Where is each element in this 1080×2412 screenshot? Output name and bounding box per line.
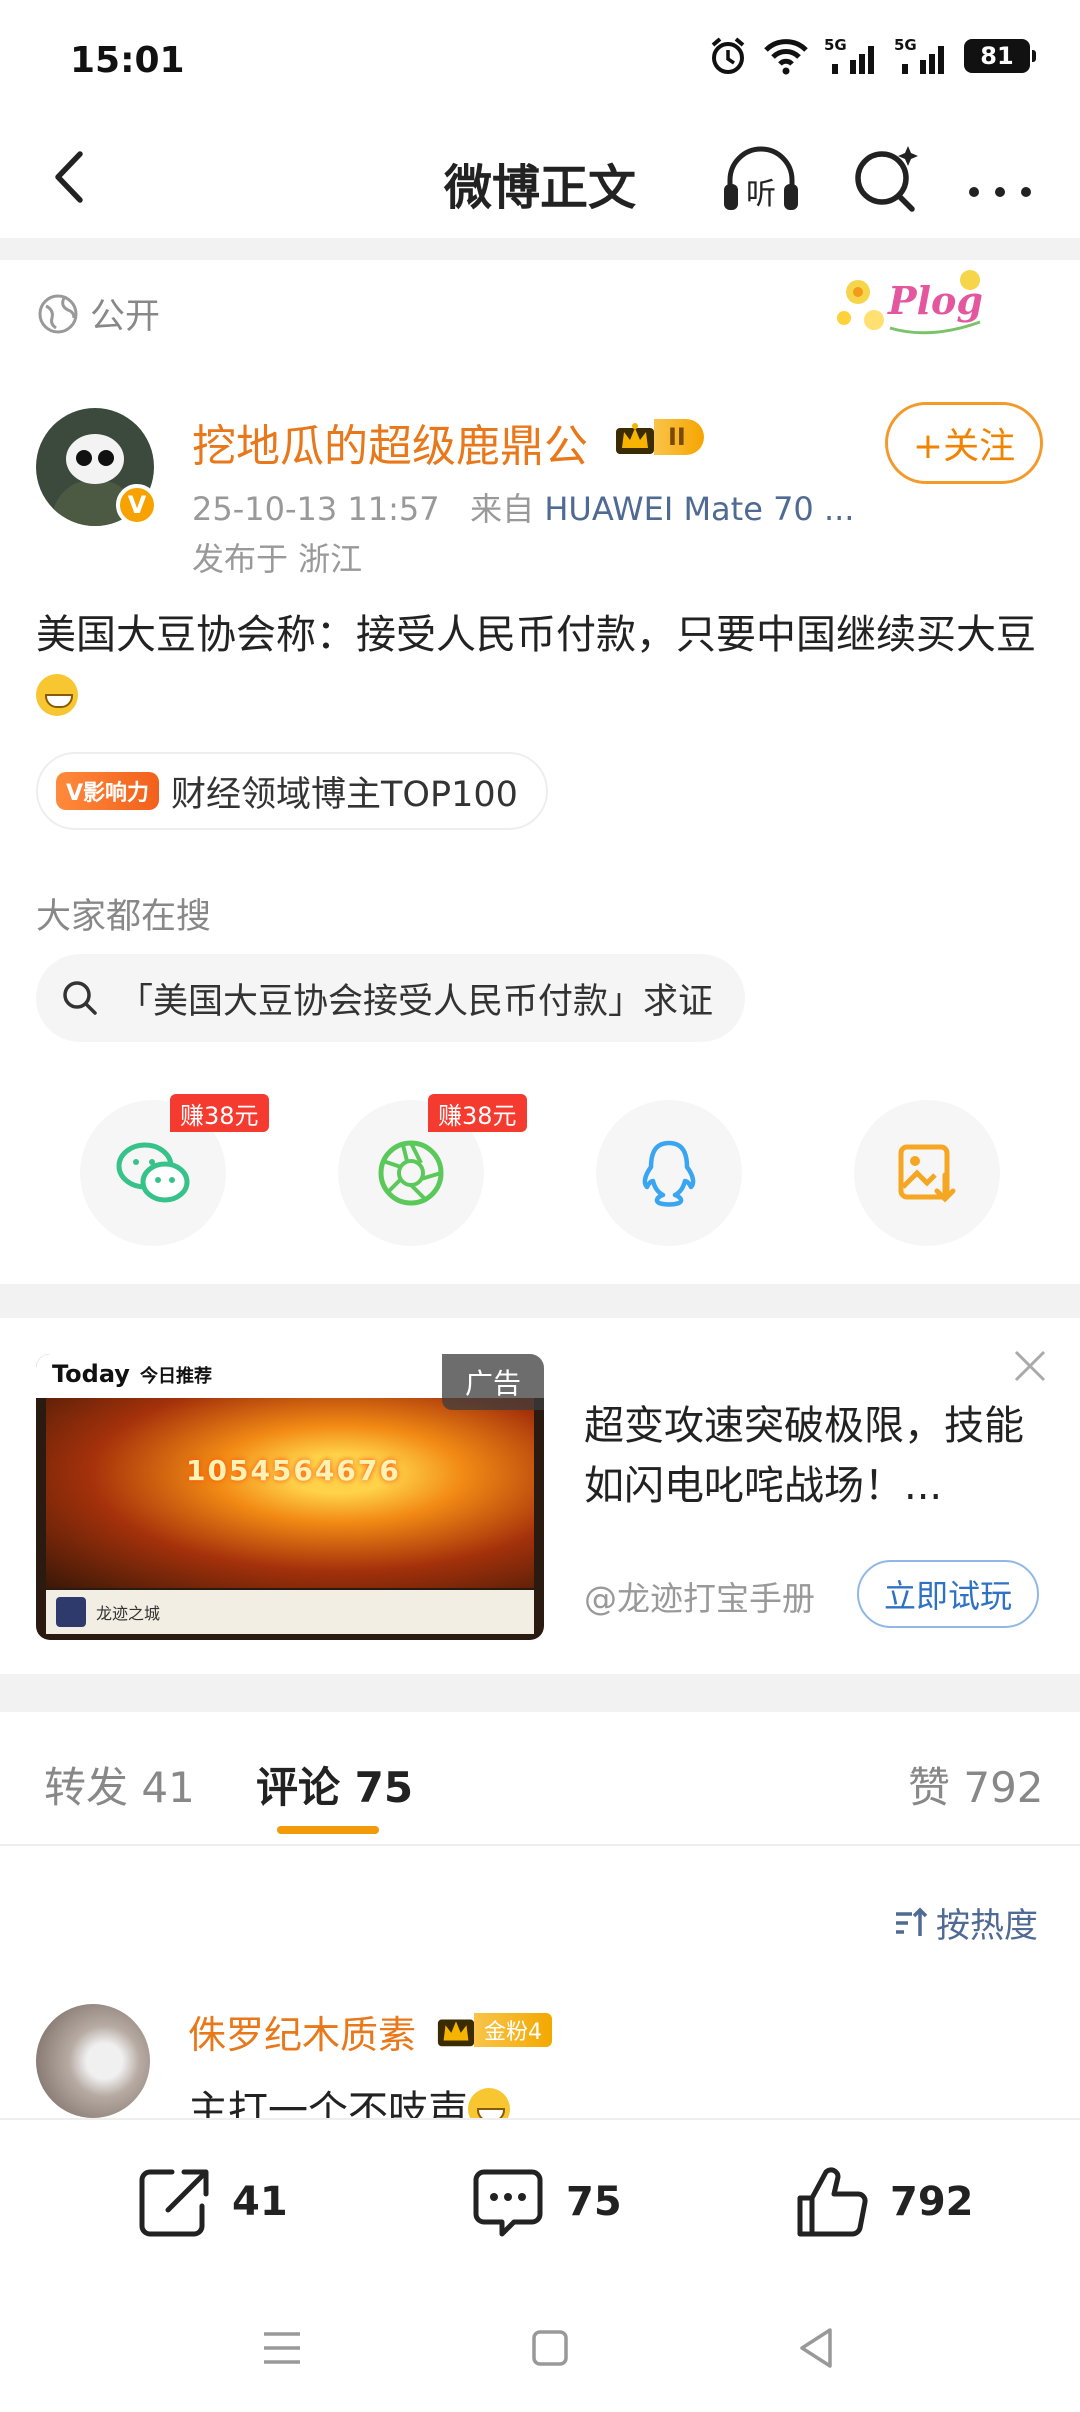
game-logo-icon [56,1597,86,1627]
post-text: 美国大豆协会称：接受人民币付款，只要中国继续买大豆 [36,612,1036,658]
wifi-icon [764,39,808,75]
level-label: II [654,419,704,455]
svg-text:5G: 5G [824,36,847,54]
moments-icon [378,1140,444,1206]
bottom-action-bar: 41 75 792 [0,2118,1080,2288]
grin-emoji-icon [36,674,78,716]
top-divider [0,238,1080,260]
signal-5g-icon-2: 5G [894,36,944,74]
share-qq-button[interactable] [596,1100,742,1246]
search-small-icon [63,981,97,1015]
sort-icon [896,1907,928,1936]
influence-badge: V影响力 [56,772,160,810]
status-bar: 15:01 5G 5G 81 [0,0,1080,120]
globe-icon [38,294,78,333]
system-nav-bar [0,2288,1080,2412]
device-link[interactable]: HUAWEI Mate 70 ... [544,490,854,528]
more-icon[interactable] [960,140,1040,220]
ad-image[interactable]: Today 今日推荐 1054564676 龙迹之城 广告 [36,1354,544,1640]
status-time: 15:01 [70,40,185,81]
wechat-icon [116,1142,190,1203]
thumbs-up-icon [797,2167,868,2237]
post-body: 美国大豆协会称：接受人民币付款，只要中国继续买大豆 [36,604,1046,728]
status-icons: 5G 5G 81 [708,36,1036,76]
home-icon[interactable] [520,2318,580,2378]
sort-button[interactable]: 按热度 [892,1898,1038,1947]
ad-headline[interactable]: 超变攻速突破极限，技能如闪电叱咤战场！... [584,1396,1044,1516]
tab-repost[interactable]: 转发 41 [44,1754,195,1815]
share-wechat-button[interactable]: 赚38元 [80,1094,269,1246]
share-moments-button[interactable]: 赚38元 [338,1094,527,1246]
ad-game-art [46,1398,534,1588]
ad-card[interactable]: Today 今日推荐 1054564676 龙迹之城 广告 超变攻速突破极限，技能… [0,1318,1080,1674]
visibility-indicator: 公开 [36,288,160,339]
search-icon[interactable] [846,138,926,218]
interaction-tabs: 转发 41 评论 75 赞 792 [0,1712,1080,1846]
alarm-icon [711,37,745,74]
vip-badge[interactable]: II [612,416,704,458]
influence-tag[interactable]: V影响力 财经领域博主TOP100 [36,752,548,830]
tab-comments[interactable]: 评论 75 [256,1754,413,1815]
repost-icon [139,2169,209,2237]
fan-level: 金粉4 [474,2013,552,2047]
like-button[interactable]: 792 [794,2164,974,2240]
repost-count: 41 [232,2179,288,2225]
fan-badge: 金粉4 [434,2010,552,2050]
battery-indicator: 81 [964,39,1036,73]
commenter-name[interactable]: 侏罗纪木质素 [188,2004,416,2059]
earn-tag: 赚38元 [428,1094,527,1132]
ad-today-label: Today 今日推荐 [52,1360,212,1388]
ad-damage-number: 1054564676 [186,1454,401,1487]
close-icon[interactable] [1010,1346,1050,1386]
author-name[interactable]: 挖地瓜的超级鹿鼎公 [192,410,588,474]
hot-search-title: 大家都在搜 [36,897,212,937]
post-timestamp: 25-10-13 11:57 [192,490,440,528]
like-count: 792 [890,2179,974,2225]
listen-icon[interactable]: 听 [718,138,804,224]
signal-5g-icon: 5G [824,36,874,74]
crown-icon [437,2019,475,2047]
section-divider [0,1284,1080,1318]
menu-icon[interactable] [252,2318,312,2378]
ad-game-name: 龙迹之城 [96,1604,161,1623]
ad-label: 广告 [442,1354,544,1410]
earn-tag: 赚38元 [170,1094,269,1132]
repost-button[interactable]: 41 [136,2164,288,2240]
tab-likes[interactable]: 赞 792 [908,1754,1044,1815]
section-divider-2 [0,1674,1080,1712]
ad-source: @龙迹打宝手册 [584,1579,815,1618]
hot-search-query: 「美国大豆协会接受人民币付款」求证 [118,981,714,1022]
svg-text:听: 听 [746,177,776,212]
commenter-avatar[interactable] [36,2004,150,2118]
hot-search-item[interactable]: 「美国大豆协会接受人民币付款」求证 [36,954,746,1042]
sort-label: 按热度 [936,1906,1038,1946]
comment-count: 75 [566,2179,622,2225]
comment-button[interactable]: 75 [470,2164,622,2240]
save-image-button[interactable] [854,1100,1000,1246]
visibility-label: 公开 [90,297,161,337]
plog-sticker: Plog [837,270,983,335]
verified-icon: V [116,484,158,526]
back-nav-icon[interactable] [786,2318,846,2378]
post-meta: 25-10-13 11:57 来自 HUAWEI Mate 70 ... [192,484,854,530]
post-location: 发布于 浙江 [192,540,363,578]
follow-button[interactable]: +关注 [885,402,1043,484]
try-now-button[interactable]: 立即试玩 [857,1560,1039,1628]
crown-icon [616,423,654,454]
ad-image-footer: 龙迹之城 [46,1590,534,1634]
svg-text:5G: 5G [894,36,917,54]
qq-icon [642,1140,696,1207]
comment-icon [473,2169,543,2237]
nav-bar: 微博正文 听 [0,120,1080,238]
source-prefix: 来自 [470,490,535,528]
influence-text: 财经领域博主TOP100 [171,774,518,815]
save-image-icon [898,1144,956,1203]
share-row: 赚38元 赚38元 [0,1094,1080,1250]
active-tab-indicator [277,1826,379,1834]
